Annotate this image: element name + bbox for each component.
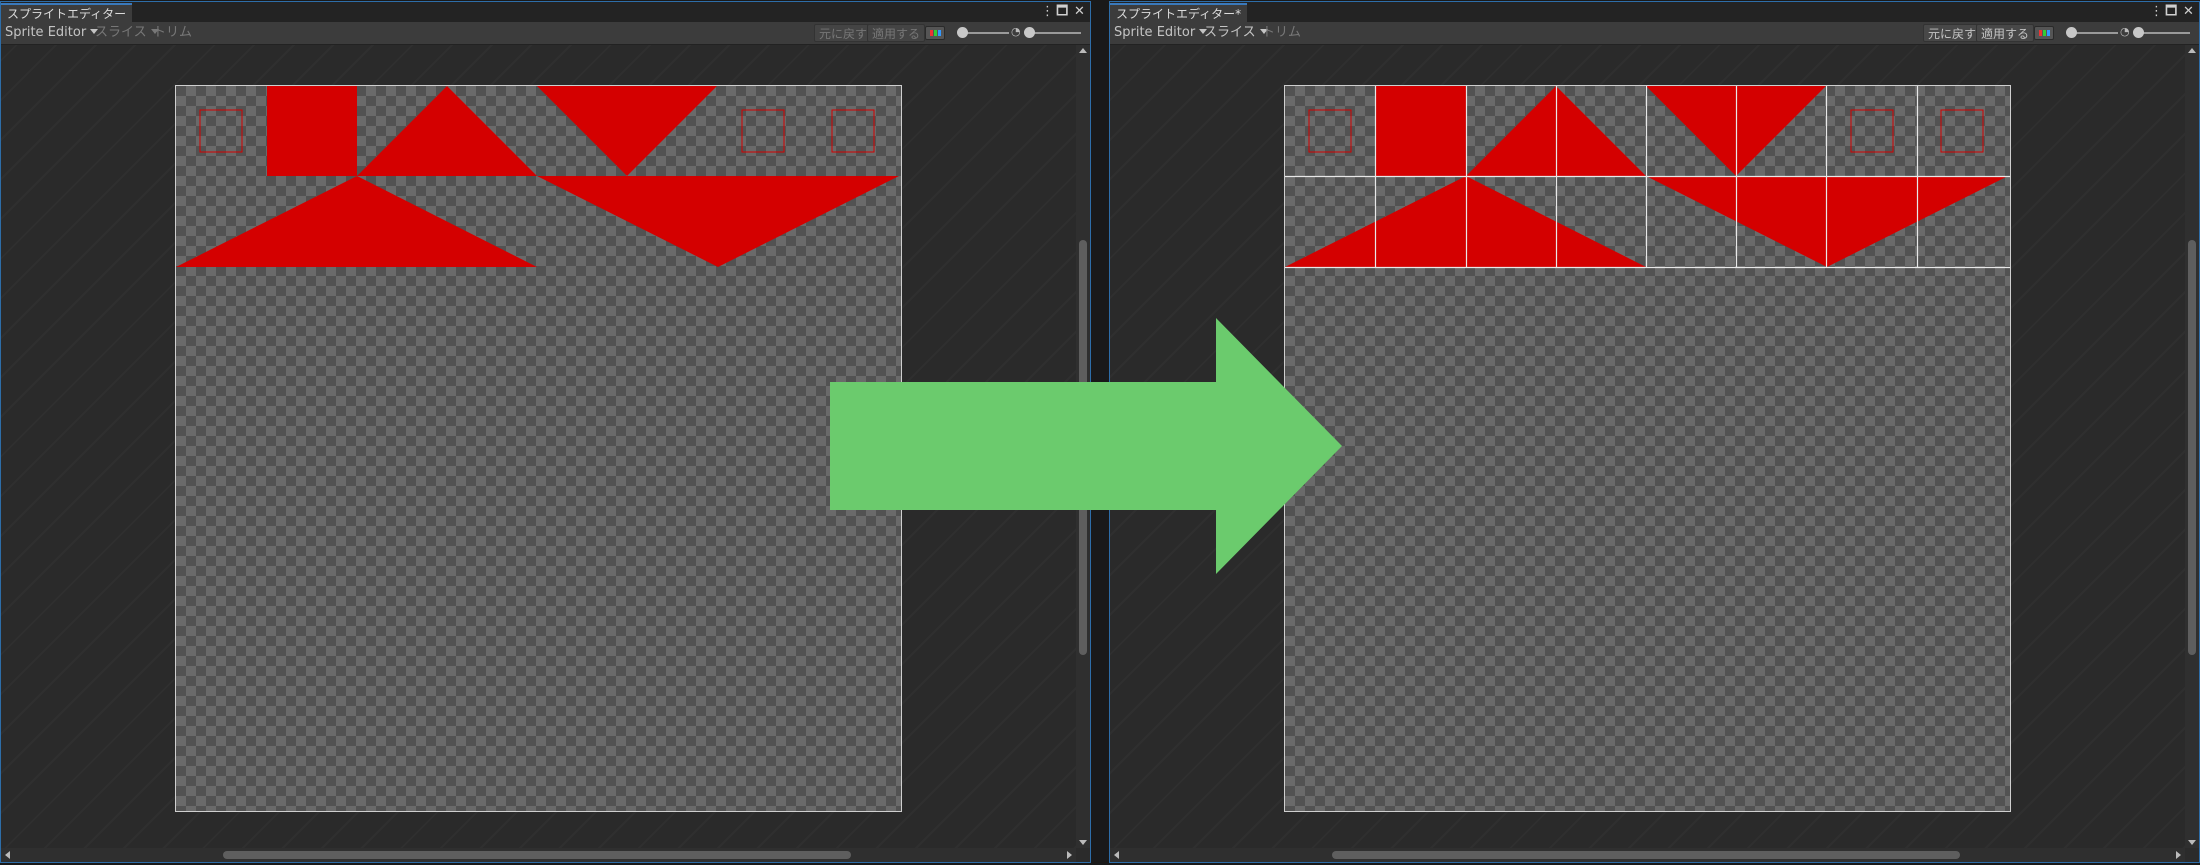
mip-slider-knob[interactable] [2133, 27, 2144, 38]
red-triangle-up-large [176, 176, 537, 267]
red-triangle-up-small [357, 86, 537, 176]
empty-sprite-outline [1940, 109, 1984, 153]
right-arrow-icon [830, 318, 1342, 574]
texture-preview [1284, 85, 2011, 812]
red-triangle-up-large [1285, 176, 1646, 267]
trim-button[interactable]: トリム [1258, 24, 1305, 42]
tab-bar: スプライトエディター* ⋮ 🗖 ✕ [1110, 2, 2199, 23]
scroll-right-icon[interactable] [2176, 851, 2181, 859]
red-triangle-down-small [537, 86, 717, 176]
scroll-up-icon[interactable] [2188, 48, 2196, 53]
tab-sprite-editor[interactable]: スプライトエディター [1, 3, 133, 22]
scroll-down-icon[interactable] [2188, 840, 2196, 845]
mode-dropdown-label: Sprite Editor [1114, 25, 1196, 40]
close-icon[interactable]: ✕ [1074, 4, 1085, 20]
empty-sprite-outline [1308, 109, 1352, 153]
empty-sprite-outline [199, 109, 243, 153]
vertical-scroll-thumb[interactable] [2188, 240, 2196, 655]
editor-toolbar: Sprite Editor スライス トリム 元に戻す 適用する ◔ [1, 22, 1090, 45]
tab-sprite-editor[interactable]: スプライトエディター* [1110, 3, 1248, 22]
mode-dropdown-label: Sprite Editor [5, 25, 87, 40]
trim-button[interactable]: トリム [149, 24, 196, 42]
empty-sprite-outline [741, 109, 785, 153]
sprite-shapes [1285, 86, 2010, 269]
red-square-sprite [1376, 86, 1466, 176]
horizontal-scrollbar[interactable] [1, 848, 1076, 862]
tab-bar: スプライトエディター ⋮ 🗖 ✕ [1, 2, 1090, 23]
red-square-sprite [267, 86, 357, 176]
maximize-icon[interactable]: 🗖 [2165, 4, 2177, 20]
kebab-menu-icon[interactable]: ⋮ [1041, 4, 1054, 20]
scroll-right-icon[interactable] [1067, 851, 1072, 859]
vertical-scrollbar[interactable] [2185, 45, 2199, 848]
apply-button[interactable]: 適用する [867, 24, 926, 42]
zoom-slider-knob[interactable] [2066, 27, 2077, 38]
rgb-channel-icon[interactable] [2034, 26, 2054, 40]
sprite-shapes [176, 86, 899, 267]
mode-dropdown[interactable]: Sprite Editor [1110, 24, 1211, 42]
revert-button[interactable]: 元に戻す [1923, 24, 1982, 42]
zoom-slider-icon: ◔ [2120, 25, 2130, 38]
horizontal-scroll-thumb[interactable] [223, 851, 851, 859]
red-triangle-down-large [537, 176, 899, 267]
texture-preview [175, 85, 902, 812]
revert-button[interactable]: 元に戻す [814, 24, 873, 42]
slice-dropdown-label: スライス [95, 25, 147, 40]
editor-toolbar: Sprite Editor スライス トリム 元に戻す 適用する ◔ [1110, 22, 2199, 45]
mip-slider-knob[interactable] [1024, 27, 1035, 38]
scroll-left-icon[interactable] [5, 851, 10, 859]
horizontal-scrollbar[interactable] [1110, 848, 2185, 862]
zoom-slider-icon: ◔ [1011, 25, 1021, 38]
empty-sprite-outline [1850, 109, 1894, 153]
close-icon[interactable]: ✕ [2183, 4, 2194, 20]
apply-button[interactable]: 適用する [1976, 24, 2035, 42]
zoom-slider-knob[interactable] [957, 27, 968, 38]
mode-dropdown[interactable]: Sprite Editor [1, 24, 102, 42]
slice-dropdown-label: スライス [1204, 25, 1256, 40]
empty-sprite-outline [831, 109, 875, 153]
scroll-down-icon[interactable] [1079, 840, 1087, 845]
rgb-channel-icon[interactable] [925, 26, 945, 40]
maximize-icon[interactable]: 🗖 [1056, 4, 1068, 20]
horizontal-scroll-thumb[interactable] [1332, 851, 1960, 859]
kebab-menu-icon[interactable]: ⋮ [2150, 4, 2163, 20]
scroll-left-icon[interactable] [1114, 851, 1119, 859]
scroll-up-icon[interactable] [1079, 48, 1087, 53]
